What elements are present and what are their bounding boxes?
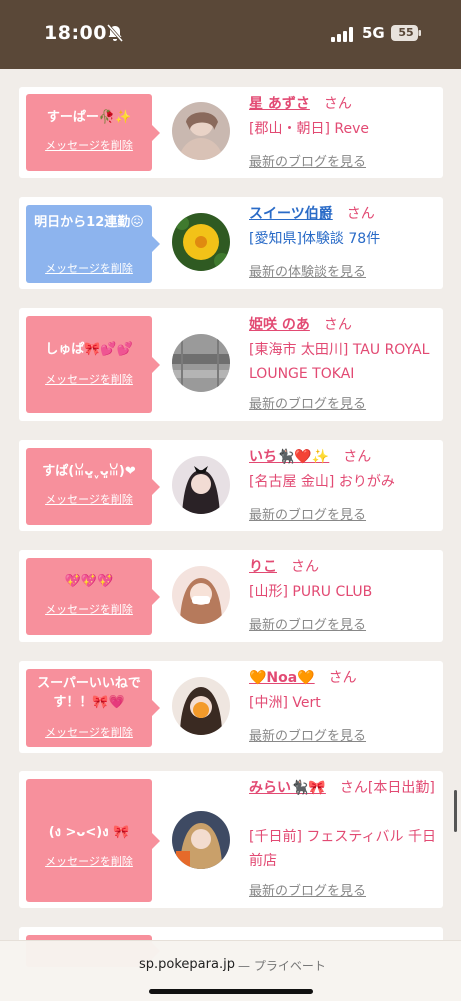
- honorific: さん: [323, 317, 352, 333]
- name-link[interactable]: 🧡Noa🧡: [249, 670, 315, 686]
- name-link[interactable]: スイーツ伯爵: [249, 206, 333, 222]
- latest-link[interactable]: 最新のブログを見る: [249, 880, 366, 899]
- shop-info: [中洲] Vert: [249, 695, 321, 711]
- name-line: スイーツ伯爵 さん: [249, 202, 439, 226]
- url-host[interactable]: sp.pokepara.jp: [139, 957, 235, 972]
- delete-message-link[interactable]: メッセージを削除: [26, 371, 152, 387]
- private-label: — プライベート: [238, 959, 326, 973]
- message-text: すーぱー🥀✨: [46, 110, 132, 125]
- message-text: 💖💖💖: [64, 574, 114, 589]
- network-label: 5G: [362, 24, 385, 42]
- delete-message-link[interactable]: メッセージを削除: [26, 137, 152, 153]
- latest-link[interactable]: 最新の体験談を見る: [249, 261, 366, 280]
- name-line: いち🐈‍⬛❤️✨ さん: [249, 445, 439, 469]
- status-bar: 18:00 5G 55: [0, 0, 461, 69]
- list-item: (ง >ᴗ<)ง 🎀 メッセージを削除 みらい🐈‍⬛🎀 さん[本日出勤] [千日前…: [19, 771, 443, 908]
- review-info: [愛知県]体験談 78件: [249, 231, 381, 247]
- delete-message-link[interactable]: メッセージを削除: [26, 260, 152, 276]
- message-bubble: 💖💖💖 メッセージを削除: [26, 558, 160, 635]
- name-link[interactable]: 星 あずさ: [249, 96, 310, 112]
- avatar[interactable]: [172, 811, 230, 869]
- shop-info: [名古屋 金山] おりがみ: [249, 474, 395, 490]
- message-text: スーパーいいねです！！🎀💗: [37, 676, 141, 710]
- name-link[interactable]: みらい🐈‍⬛🎀: [249, 780, 326, 796]
- honorific: さん: [328, 670, 357, 686]
- name-line: 星 あずさ さん: [249, 92, 439, 116]
- honorific: さん: [343, 449, 372, 465]
- list-item: すーぱー🥀✨ メッセージを削除 星 あずさ さん [郡山・朝日] Reve 最新の…: [19, 87, 443, 178]
- shift-status: [本日出勤]: [367, 780, 435, 796]
- avatar[interactable]: [172, 677, 230, 735]
- browser-address-bar[interactable]: sp.pokepara.jp — プライベート: [0, 940, 461, 1001]
- list-item: すぱ(ꈍᴗ͈ˬᴗ͈ꈍ)❤ メッセージを削除 いち🐈‍⬛❤️✨ さん [名古屋 金山…: [19, 440, 443, 531]
- honorific: さん: [339, 780, 368, 796]
- delete-message-link[interactable]: メッセージを削除: [26, 491, 152, 507]
- message-bubble: スーパーいいねです！！🎀💗 メッセージを削除: [26, 669, 160, 747]
- honorific: さん: [291, 559, 319, 575]
- name-link[interactable]: 姫咲 のあ: [249, 317, 310, 333]
- delete-message-link[interactable]: メッセージを削除: [26, 853, 152, 869]
- message-text: (ง >ᴗ<)ง 🎀: [48, 825, 130, 840]
- avatar[interactable]: [172, 102, 230, 160]
- latest-link[interactable]: 最新のブログを見る: [249, 151, 366, 170]
- name-line: りこ さん: [249, 555, 439, 579]
- name-line: 姫咲 のあ さん: [249, 313, 439, 337]
- honorific: さん: [323, 96, 352, 112]
- latest-link[interactable]: 最新のブログを見る: [249, 725, 366, 744]
- avatar[interactable]: [172, 566, 230, 624]
- name-line: 🧡Noa🧡 さん: [249, 666, 439, 690]
- delete-message-link[interactable]: メッセージを削除: [26, 601, 152, 617]
- shop-info: [郡山・朝日] Reve: [249, 121, 369, 137]
- message-text: 明日から12連勤😖: [34, 215, 144, 230]
- latest-link[interactable]: 最新のブログを見る: [249, 504, 366, 523]
- message-text: すぱ(ꈍᴗ͈ˬᴗ͈ꈍ)❤: [42, 464, 136, 479]
- shop-info: [東海市 太田川] TAU ROYAL LOUNGE TOKAI: [249, 342, 430, 382]
- name-line: みらい🐈‍⬛🎀 さん[本日出勤]: [249, 776, 439, 800]
- list-item: スーパーいいねです！！🎀💗 メッセージを削除 🧡Noa🧡 さん [中洲] Vert…: [19, 661, 443, 753]
- message-bubble: 明日から12連勤😖 メッセージを削除: [26, 205, 160, 283]
- message-bubble: しゅぱ🎀💕💕 メッセージを削除: [26, 316, 160, 413]
- shop-info: [山形] PURU CLUB: [249, 584, 373, 600]
- message-text: しゅぱ🎀💕💕: [45, 342, 133, 357]
- message-bubble: すぱ(ꈍᴗ͈ˬᴗ͈ꈍ)❤ メッセージを削除: [26, 448, 160, 525]
- message-bubble: すーぱー🥀✨ メッセージを削除: [26, 94, 160, 171]
- bell-mute-icon: [106, 24, 124, 42]
- home-indicator[interactable]: [149, 989, 313, 994]
- status-time: 18:00: [44, 22, 107, 44]
- name-link[interactable]: りこ: [249, 559, 277, 575]
- list-item: しゅぱ🎀💕💕 メッセージを削除 姫咲 のあ さん [東海市 太田川] TAU RO…: [19, 308, 443, 421]
- name-link[interactable]: いち🐈‍⬛❤️✨: [249, 449, 329, 465]
- list-item: 明日から12連勤😖 メッセージを削除 スイーツ伯爵 さん [愛知県]体験談 78件…: [19, 197, 443, 289]
- honorific: さん: [346, 206, 375, 222]
- delete-message-link[interactable]: メッセージを削除: [26, 724, 152, 740]
- shop-info: [千日前] フェスティバル 千日前店: [249, 829, 436, 869]
- avatar[interactable]: [172, 334, 230, 392]
- signal-icon: [331, 27, 353, 42]
- avatar[interactable]: [172, 213, 230, 271]
- scroll-indicator[interactable]: [454, 790, 457, 832]
- list-item: 💖💖💖 メッセージを削除 りこ さん [山形] PURU CLUB 最新のブログを…: [19, 550, 443, 642]
- latest-link[interactable]: 最新のブログを見る: [249, 614, 366, 633]
- message-bubble: (ง >ᴗ<)ง 🎀 メッセージを削除: [26, 779, 160, 902]
- latest-link[interactable]: 最新のブログを見る: [249, 393, 366, 412]
- avatar[interactable]: [172, 456, 230, 514]
- battery-level: 55: [398, 26, 414, 39]
